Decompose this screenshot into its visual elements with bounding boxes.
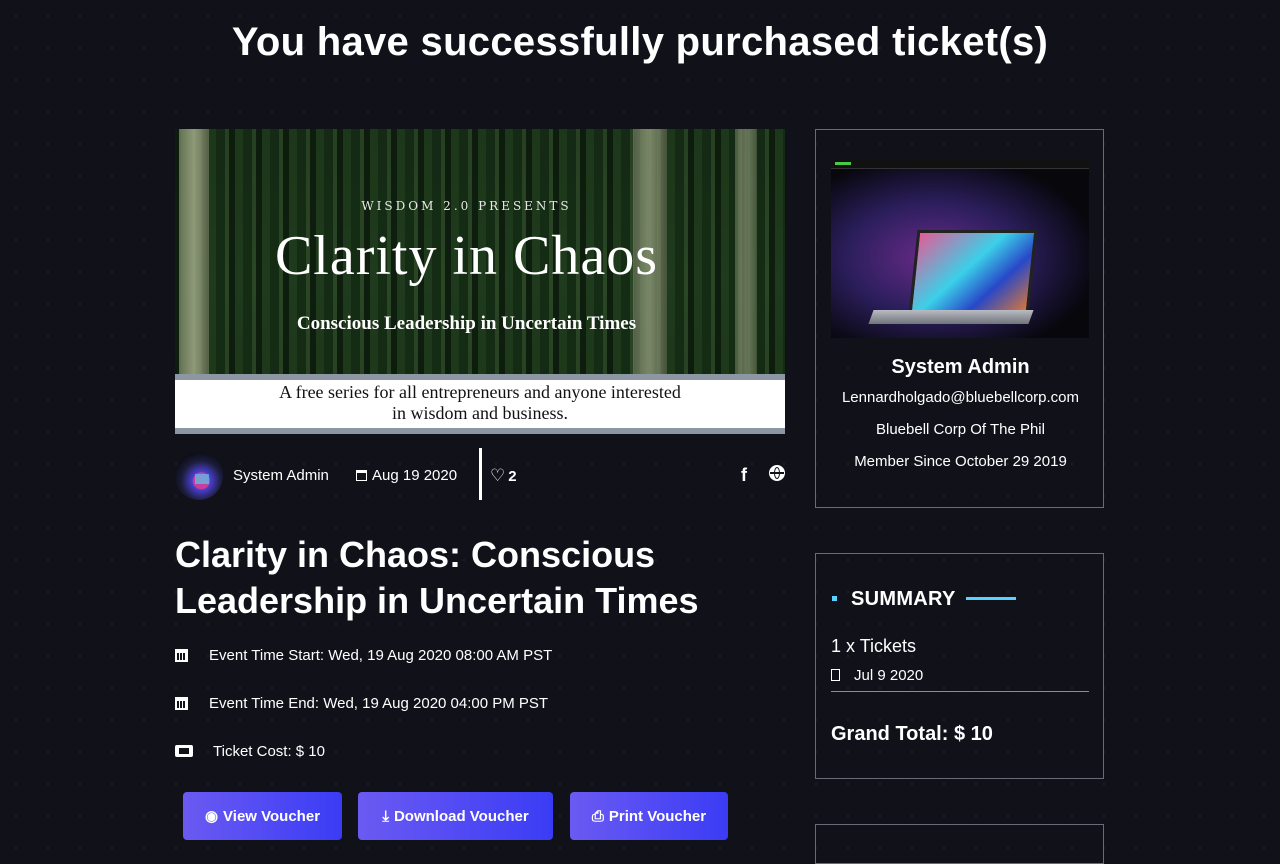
page-title: You have successfully purchased ticket(s…: [231, 20, 1049, 64]
event-date-text: Aug 19 2020: [372, 467, 458, 484]
event-time-end: Event Time End: Wed, 19 Aug 2020 04:00 P…: [175, 695, 548, 712]
event-time-start: Event Time Start: Wed, 19 Aug 2020 08:00…: [175, 647, 552, 664]
calendar-icon: [175, 649, 188, 662]
summary-marker: [832, 596, 837, 601]
download-voucher-label: Download Voucher: [393, 808, 529, 825]
summary-underline: [966, 597, 1016, 600]
meta-divider: [479, 448, 482, 500]
event-time-end-text: Event Time End: Wed, 19 Aug 2020 04:00 P…: [209, 695, 549, 712]
organizer-member-since: Member Since October 29 2019: [854, 453, 1067, 470]
event-title-line1: Clarity in Chaos: Conscious: [175, 534, 656, 575]
ticket-cost: Ticket Cost: $ 10: [175, 743, 325, 760]
banner-subtitle: Conscious Leadership in Uncertain Times: [296, 313, 637, 334]
like-count: 2: [508, 468, 517, 485]
organizer-cover-image: [831, 160, 1089, 338]
ticket-cost-text: Ticket Cost: $ 10: [213, 743, 325, 760]
author-name[interactable]: System Admin: [233, 467, 329, 484]
print-voucher-button[interactable]: ⎙ Print Voucher: [570, 792, 728, 840]
ticket-icon: [175, 745, 193, 757]
banner-tagline-line2: in wisdom and business.: [391, 403, 568, 423]
event-meta-row: System Admin Aug 19 2020 ♡ 2 f: [175, 448, 785, 500]
banner-presents: WISDOM 2.0 PRESENTS: [361, 199, 572, 213]
eye-icon: ◉: [204, 808, 219, 825]
calendar-icon: [831, 669, 840, 681]
print-icon: ⎙: [591, 808, 604, 825]
banner-title: Clarity in Chaos: [274, 225, 659, 287]
view-voucher-button[interactable]: ◉ View Voucher: [183, 792, 342, 840]
author-avatar[interactable]: [175, 452, 223, 500]
organizer-email: Lennardholgado@bluebellcorp.com: [841, 389, 1080, 406]
globe-icon[interactable]: [769, 465, 785, 481]
grand-total: Grand Total: $ 10: [831, 723, 993, 745]
facebook-icon[interactable]: f: [741, 465, 747, 486]
event-time-start-text: Event Time Start: Wed, 19 Aug 2020 08:00…: [209, 647, 553, 664]
event-banner-image: WISDOM 2.0 PRESENTS Clarity in Chaos Con…: [175, 129, 785, 434]
calendar-icon: [175, 697, 188, 710]
organizer-name: System Admin: [891, 356, 1030, 378]
summary-item: 1 x Tickets: [831, 636, 917, 656]
sidebar-card: [815, 824, 1104, 864]
banner-tagline-line1: A free series for all entrepreneurs and …: [279, 382, 681, 402]
event-title-line2: Leadership in Uncertain Times: [175, 580, 699, 621]
order-summary-card: SUMMARY 1 x Tickets Jul 9 2020 Grand Tot…: [815, 553, 1104, 779]
view-voucher-label: View Voucher: [223, 808, 321, 825]
download-voucher-button[interactable]: ⤓ Download Voucher: [358, 792, 553, 840]
heart-icon: ♡: [490, 466, 506, 485]
organizer-company: Bluebell Corp Of The Phil: [876, 421, 1045, 438]
download-icon: ⤓: [382, 808, 389, 825]
organizer-profile-card: System Admin Lennardholgado@bluebellcorp…: [815, 129, 1104, 508]
summary-date-text: Jul 9 2020: [854, 667, 924, 684]
summary-date: Jul 9 2020: [831, 667, 923, 684]
summary-title: SUMMARY: [851, 588, 956, 610]
banner-tagline: A free series for all entrepreneurs and …: [175, 374, 785, 434]
calendar-icon: [356, 470, 367, 481]
print-voucher-label: Print Voucher: [608, 808, 707, 825]
event-title: Clarity in Chaos: Conscious Leadership i…: [175, 532, 795, 624]
like-button[interactable]: ♡ 2: [490, 466, 517, 486]
summary-divider: [831, 691, 1089, 692]
event-date: Aug 19 2020: [356, 467, 457, 484]
